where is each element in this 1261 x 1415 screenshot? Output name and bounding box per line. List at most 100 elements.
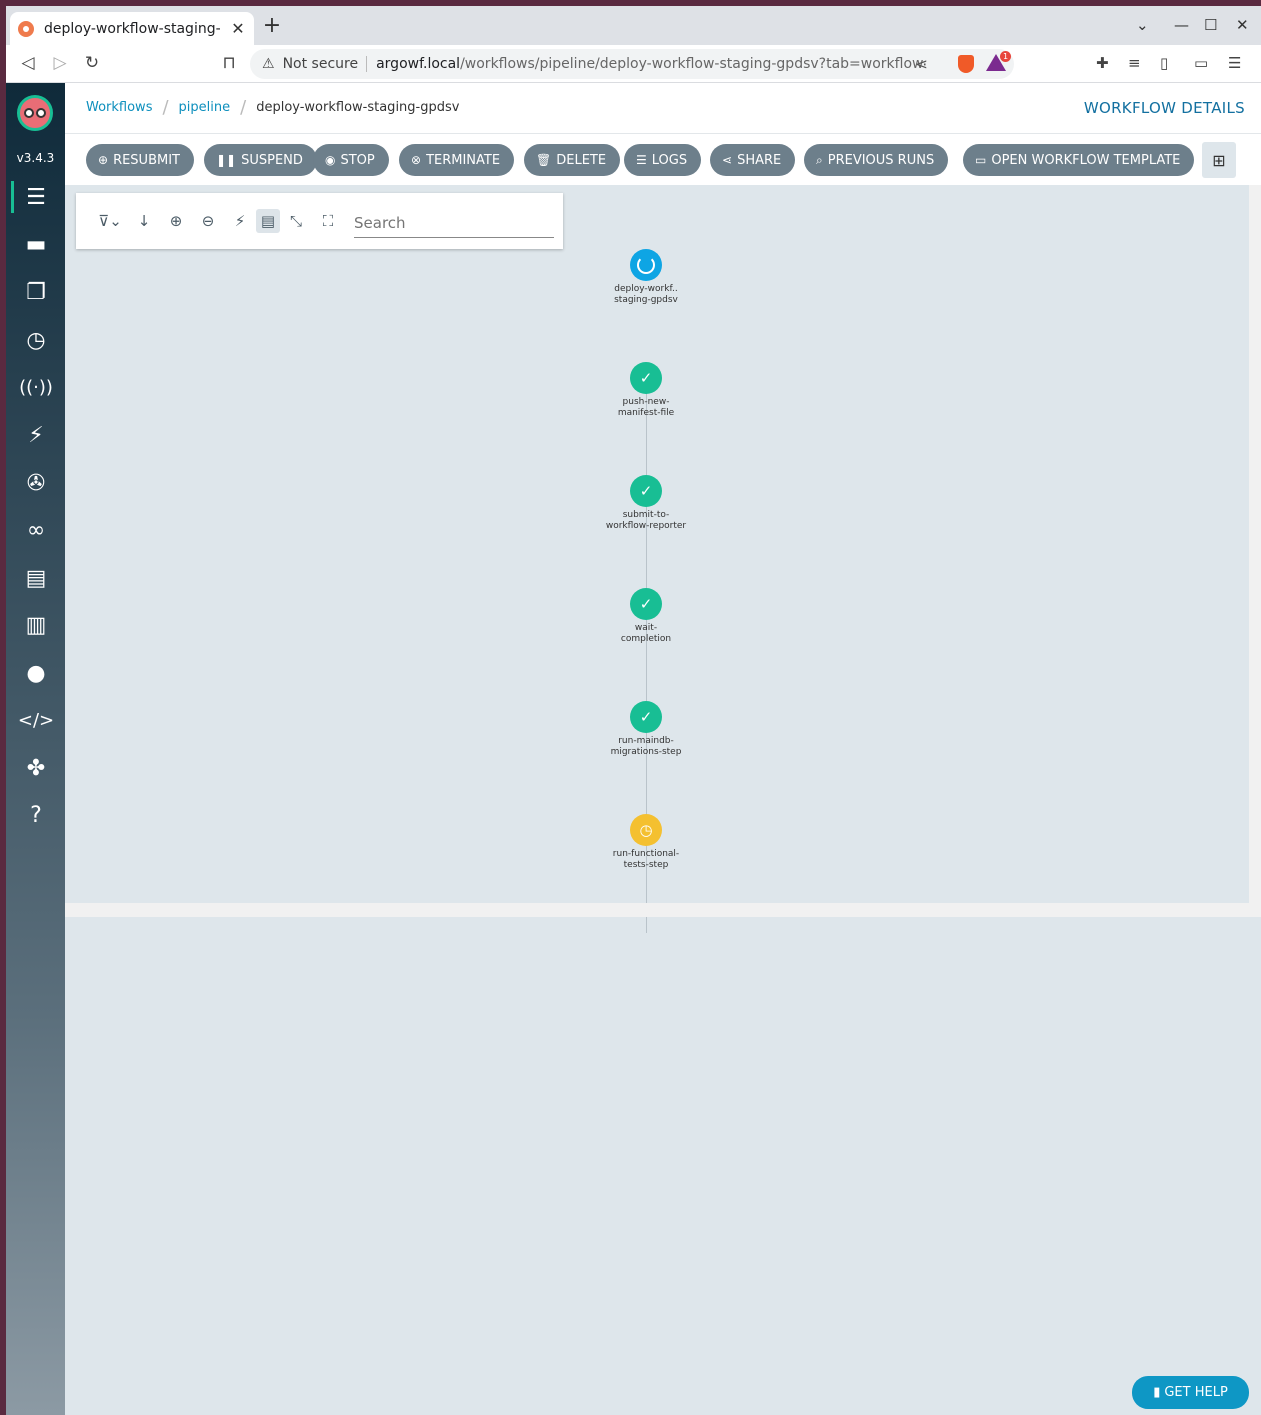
graph-search-input[interactable] xyxy=(354,208,554,238)
breadcrumb: Workflows / pipeline / deploy-workflow-s… xyxy=(86,96,459,118)
vertical-scrollbar[interactable] xyxy=(1249,185,1261,903)
breadcrumb-workflows[interactable]: Workflows xyxy=(86,100,152,115)
node-label: submit-to-workflow-reporter xyxy=(605,510,687,531)
file-icon[interactable]: ▤ xyxy=(256,209,280,233)
archived-workflows-icon[interactable]: ▤ xyxy=(20,562,52,594)
resubmit-button[interactable]: ⊕ RESUBMIT xyxy=(86,144,194,176)
window-icon: ▭ xyxy=(975,153,987,167)
zoom-out-icon[interactable]: ⊖ xyxy=(196,209,220,233)
top-bar: Workflows / pipeline / deploy-workflow-s… xyxy=(65,83,1261,134)
graph-node[interactable]: ✓ wait-completion xyxy=(601,588,691,645)
user-icon[interactable]: ● xyxy=(20,657,52,689)
menu-icon[interactable]: ☰ xyxy=(1228,54,1241,72)
graph-toolbar: ⊽⌄ ↓ ⊕ ⊖ ⚡ ▤ ⤡ ⛶ xyxy=(76,193,563,249)
previous-runs-button[interactable]: ⌕ PREVIOUS RUNS xyxy=(804,144,949,176)
tab-close-icon[interactable]: ✕ xyxy=(230,19,246,38)
zoom-in-icon[interactable]: ⊕ xyxy=(164,209,188,233)
graph-layout-icon[interactable]: ⊞ xyxy=(1202,142,1236,178)
terminate-label: TERMINATE xyxy=(426,152,501,168)
horizontal-scrollbar[interactable] xyxy=(65,903,1261,917)
rewards-badge: 1 xyxy=(1000,51,1011,62)
plugins-icon[interactable]: ✤ xyxy=(20,752,52,784)
event-flow-icon[interactable]: ✇ xyxy=(20,467,52,499)
breadcrumb-namespace[interactable]: pipeline xyxy=(179,100,231,115)
minimize-button[interactable]: — xyxy=(1174,16,1189,34)
argo-favicon-icon xyxy=(18,20,34,37)
cluster-workflow-templates-icon[interactable]: ❐ xyxy=(20,276,52,308)
expand-icon[interactable]: ⛶ xyxy=(316,209,340,233)
argo-logo[interactable] xyxy=(17,95,53,147)
share-page-icon[interactable]: ⋖ xyxy=(915,55,928,73)
check-icon: ✓ xyxy=(630,475,662,507)
browser-window: deploy-workflow-staging- ✕ + ⌄ — ☐ ✕ ◁ ▷… xyxy=(6,6,1261,1415)
new-tab-button[interactable]: + xyxy=(262,15,282,37)
workflows-icon[interactable]: ☰ xyxy=(11,181,52,213)
filter-dropdown-icon[interactable]: ⊽⌄ xyxy=(94,209,126,233)
resubmit-label: RESUBMIT xyxy=(113,152,180,168)
warning-icon: ⚠ xyxy=(262,56,275,72)
logs-button[interactable]: ☰ LOGS xyxy=(624,144,702,176)
stop-button[interactable]: ◉ STOP xyxy=(313,144,389,176)
node-label: run-functional-tests-step xyxy=(612,849,680,870)
brave-shields-icon[interactable] xyxy=(958,55,974,73)
graph-node[interactable]: deploy-workf.. staging-gpdsv xyxy=(601,249,691,306)
close-window-button[interactable]: ✕ xyxy=(1236,16,1249,34)
plus-circle-icon: ⊕ xyxy=(98,153,109,167)
cron-workflows-icon[interactable]: ◷ xyxy=(20,324,52,356)
clock-icon: ◷ xyxy=(630,814,662,846)
graph-node[interactable]: ✓ submit-to-workflow-reporter xyxy=(601,475,691,532)
extensions-icon[interactable]: ✚ xyxy=(1096,54,1109,72)
sensors-icon[interactable]: ⚡ xyxy=(20,419,52,451)
check-icon: ✓ xyxy=(630,588,662,620)
graph-node[interactable]: ✓ push-new-manifest-file xyxy=(601,362,691,419)
get-help-button[interactable]: ▮ GET HELP xyxy=(1132,1376,1249,1409)
pause-icon: ❚❚ xyxy=(216,153,237,167)
graph-node[interactable]: ◷ run-functional-tests-step xyxy=(601,814,691,871)
times-circle-icon: ⊗ xyxy=(411,153,422,167)
back-icon[interactable]: ◁ xyxy=(17,53,39,73)
action-bar: ⊕ RESUBMIT ❚❚ SUSPEND ◉ STOP ⊗ TERMINATE 🗑 DE… xyxy=(65,134,1261,185)
delete-button[interactable]: 🗑 DELETE xyxy=(524,144,621,176)
breadcrumb-separator: / xyxy=(240,96,247,118)
bookmark-icon[interactable]: ⊓ xyxy=(218,53,240,73)
node-label: wait-completion xyxy=(620,623,672,644)
reload-icon[interactable]: ↻ xyxy=(81,53,103,73)
fast-render-icon[interactable]: ⚡ xyxy=(228,209,252,233)
trash-icon: 🗑 xyxy=(536,153,552,167)
security-label: Not secure xyxy=(283,56,368,72)
reports-icon[interactable]: ▥ xyxy=(20,609,52,641)
api-docs-icon[interactable]: </> xyxy=(18,704,54,736)
breadcrumb-separator: / xyxy=(162,96,169,118)
forward-icon[interactable]: ▷ xyxy=(49,53,71,73)
direction-down-icon[interactable]: ↓ xyxy=(132,209,156,233)
workflow-templates-icon[interactable]: ▬ xyxy=(20,228,52,260)
search-icon: ⌕ xyxy=(816,152,823,167)
graph-node[interactable]: ✓ run-maindb-migrations-step xyxy=(601,701,691,758)
playlist-icon[interactable]: ≡ xyxy=(1128,54,1141,72)
sidebar: v3.4.3 ☰ ▬ ❐ ◷ ((·)) ⚡ ✇ ∞ ▤ ▥ ● </> ✤ ? xyxy=(6,83,65,1415)
tab-search-icon[interactable]: ⌄ xyxy=(1136,16,1149,34)
sidebar-toggle-icon[interactable]: ▯ xyxy=(1160,54,1168,72)
open-workflow-template-button[interactable]: ▭ OPEN WORKFLOW TEMPLATE xyxy=(963,144,1195,176)
event-sources-icon[interactable]: ((·)) xyxy=(19,371,53,403)
url-host: argowf.local xyxy=(376,56,461,72)
wallet-icon[interactable]: ▭ xyxy=(1194,54,1208,72)
logs-label: LOGS xyxy=(651,152,688,168)
browser-toolbar: ◁ ▷ ↻ ⊓ ⚠ Not secure argowf.local /workf… xyxy=(6,45,1261,83)
share-button[interactable]: ⋖ SHARE xyxy=(710,144,796,176)
workflow-graph: ⊽⌄ ↓ ⊕ ⊖ ⚡ ▤ ⤡ ⛶ deploy-workf..staging-g… xyxy=(65,185,1249,933)
tab-bar: deploy-workflow-staging- ✕ + ⌄ — ☐ ✕ xyxy=(6,6,1261,45)
suspend-button[interactable]: ❚❚ SUSPEND xyxy=(204,144,317,176)
argo-app: v3.4.3 ☰ ▬ ❐ ◷ ((·)) ⚡ ✇ ∞ ▤ ▥ ● </> ✤ ?… xyxy=(6,83,1261,1415)
address-bar[interactable]: ⚠ Not secure argowf.local /workflows/pip… xyxy=(250,49,1014,79)
help-icon[interactable]: ? xyxy=(20,799,52,831)
browser-tab[interactable]: deploy-workflow-staging- ✕ xyxy=(10,12,254,45)
terminate-button[interactable]: ⊗ TERMINATE xyxy=(399,144,515,176)
bars-icon: ☰ xyxy=(636,153,647,167)
chat-icon: ▮ xyxy=(1153,1385,1161,1400)
open-template-label: OPEN WORKFLOW TEMPLATE xyxy=(991,152,1181,168)
check-icon: ✓ xyxy=(630,701,662,733)
eventbus-icon[interactable]: ∞ xyxy=(20,514,52,546)
maximize-button[interactable]: ☐ xyxy=(1204,16,1217,34)
compress-icon[interactable]: ⤡ xyxy=(284,209,308,233)
